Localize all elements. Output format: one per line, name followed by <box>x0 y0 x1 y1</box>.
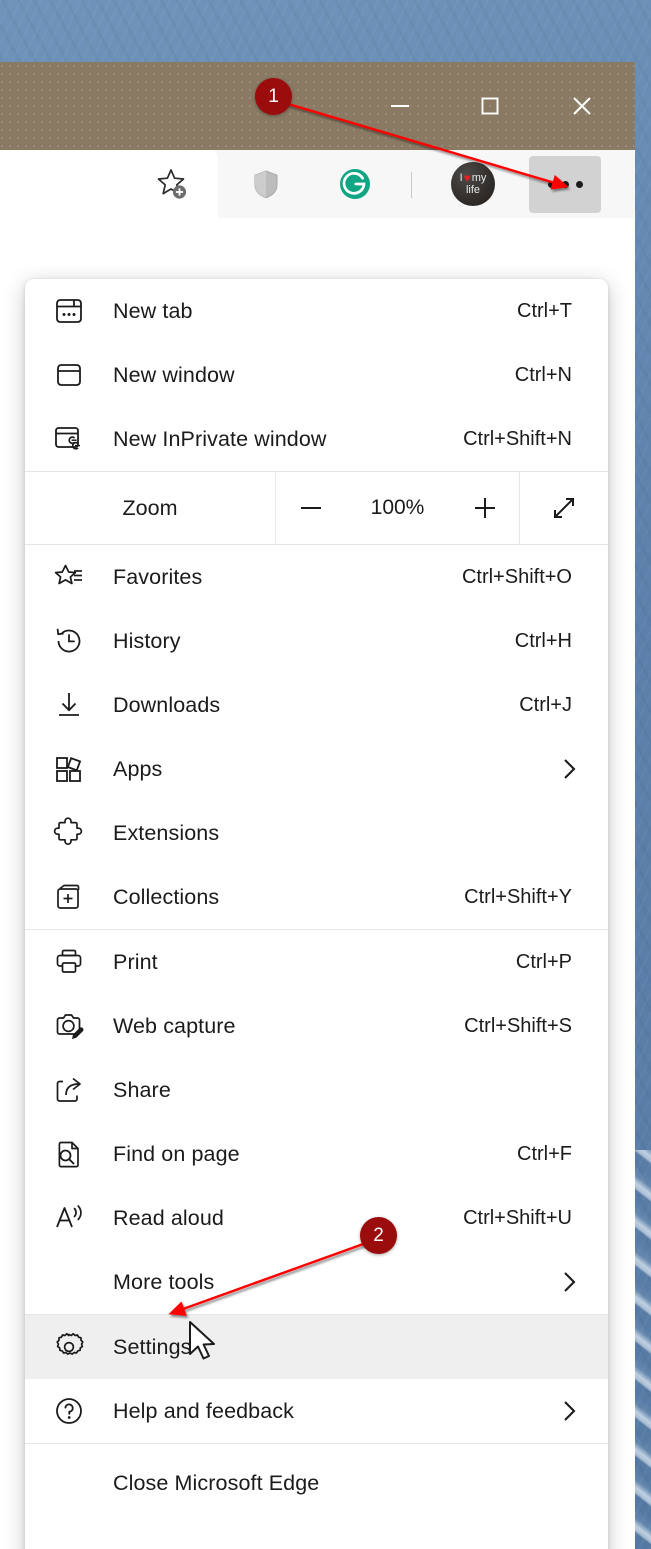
menu-item-more-tools[interactable]: More tools <box>25 1250 608 1314</box>
menu-item-label: New window <box>113 362 235 387</box>
menu-item-apps[interactable]: Apps <box>25 737 608 801</box>
web-capture-icon <box>25 1009 113 1043</box>
browser-window: I ♥ my life New tab Ctrl+T New window Ct… <box>0 62 635 1549</box>
extensions-icon <box>25 816 113 850</box>
avatar-text-line2: life <box>465 183 481 196</box>
menu-item-label: New tab <box>113 298 193 323</box>
help-icon <box>25 1394 113 1428</box>
zoom-in-button[interactable] <box>465 488 505 528</box>
chevron-right-icon <box>556 1397 586 1425</box>
full-screen-button[interactable] <box>520 472 608 544</box>
add-favorite-icon[interactable] <box>144 150 200 218</box>
ellipsis-dot <box>561 181 569 188</box>
menu-item-read-aloud[interactable]: Read aloud Ctrl+Shift+U <box>25 1186 608 1250</box>
menu-item-web-capture[interactable]: Web capture Ctrl+Shift+S <box>25 994 608 1058</box>
print-icon <box>25 945 113 979</box>
menu-item-label: Find on page <box>113 1141 240 1166</box>
chevron-right-icon <box>556 755 586 783</box>
zoom-out-button[interactable] <box>291 488 331 528</box>
menu-item-collections[interactable]: Collections Ctrl+Shift+Y <box>25 865 608 929</box>
menu-item-shortcut: Ctrl+Shift+O <box>461 565 572 588</box>
menu-item-label: Settings <box>113 1334 192 1359</box>
menu-item-history[interactable]: History Ctrl+H <box>25 609 608 673</box>
share-icon <box>25 1073 113 1107</box>
menu-item-shortcut: Ctrl+Shift+N <box>463 427 572 450</box>
inprivate-icon <box>25 422 113 456</box>
avatar: I ♥ my life <box>451 162 495 206</box>
menu-item-label: Share <box>113 1077 171 1102</box>
menu-item-print[interactable]: Print Ctrl+P <box>25 930 608 994</box>
menu-item-shortcut: Ctrl+Shift+U <box>463 1206 572 1229</box>
menu-item-shortcut: Ctrl+T <box>517 299 572 322</box>
ellipsis-dot <box>547 181 555 188</box>
settings-and-more-button[interactable] <box>529 156 601 213</box>
mouse-cursor <box>189 1321 215 1360</box>
favorites-icon <box>25 560 113 594</box>
menu-item-shortcut: Ctrl+N <box>514 363 572 386</box>
avatar-text-line1: my <box>471 171 487 184</box>
menu-item-label: Close Microsoft Edge <box>113 1470 320 1495</box>
menu-item-new-window[interactable]: New window Ctrl+N <box>25 343 608 407</box>
menu-item-label: Collections <box>113 884 220 909</box>
apps-icon <box>25 752 113 786</box>
menu-item-find-on-page[interactable]: Find on page Ctrl+F <box>25 1122 608 1186</box>
profile-button[interactable]: I ♥ my life <box>445 150 501 218</box>
downloads-icon <box>25 688 113 722</box>
read-aloud-icon <box>25 1201 113 1235</box>
menu-item-shortcut: Ctrl+F <box>517 1142 572 1165</box>
menu-item-downloads[interactable]: Downloads Ctrl+J <box>25 673 608 737</box>
menu-item-label: Web capture <box>113 1013 236 1038</box>
shield-icon[interactable] <box>238 150 294 218</box>
menu-item-new-tab[interactable]: New tab Ctrl+T <box>25 279 608 343</box>
menu-item-shortcut: Ctrl+J <box>519 693 572 716</box>
menu-item-extensions[interactable]: Extensions <box>25 801 608 865</box>
grammarly-icon[interactable] <box>327 150 383 218</box>
zoom-row: Zoom 100% <box>25 472 608 544</box>
menu-item-shortcut: Ctrl+P <box>515 950 572 973</box>
menu-item-close-microsoft-edge[interactable]: Close Microsoft Edge <box>25 1444 608 1522</box>
edge-settings-menu: New tab Ctrl+T New window Ctrl+N New InP… <box>25 279 608 1549</box>
history-icon <box>25 624 113 658</box>
new-tab-icon <box>25 294 113 328</box>
new-window-icon <box>25 358 113 392</box>
zoom-controls: 100% <box>276 472 520 544</box>
menu-item-settings[interactable]: Settings <box>25 1315 608 1379</box>
zoom-label: Zoom <box>25 472 276 544</box>
annotation-badge-1: 1 <box>255 78 292 115</box>
menu-item-label: History <box>113 628 181 653</box>
settings-icon <box>25 1330 113 1364</box>
menu-item-help-and-feedback[interactable]: Help and feedback <box>25 1379 608 1443</box>
menu-item-favorites[interactable]: Favorites Ctrl+Shift+O <box>25 545 608 609</box>
heart-icon: ♥ <box>463 170 471 185</box>
maximize-button[interactable] <box>459 62 521 150</box>
menu-item-shortcut: Ctrl+Shift+Y <box>464 885 572 908</box>
menu-item-label: Apps <box>113 756 163 781</box>
close-window-button[interactable] <box>551 62 613 150</box>
menu-item-label: More tools <box>113 1269 215 1294</box>
menu-item-label: Downloads <box>113 692 221 717</box>
annotation-badge-2: 2 <box>360 1217 397 1254</box>
menu-item-new-inprivate-window[interactable]: New InPrivate window Ctrl+Shift+N <box>25 407 608 471</box>
menu-item-label: Favorites <box>113 564 203 589</box>
chevron-right-icon <box>556 1268 586 1296</box>
menu-item-share[interactable]: Share <box>25 1058 608 1122</box>
menu-item-shortcut: Ctrl+Shift+S <box>464 1014 572 1037</box>
collections-icon <box>25 880 113 914</box>
menu-item-label: Help and feedback <box>113 1398 294 1423</box>
menu-item-label: Read aloud <box>113 1205 224 1230</box>
menu-item-shortcut: Ctrl+H <box>514 629 572 652</box>
avatar-i-letter: I <box>459 171 463 184</box>
menu-item-label: Print <box>113 949 158 974</box>
minimize-button[interactable] <box>369 62 431 150</box>
menu-item-label: New InPrivate window <box>113 426 327 451</box>
find-icon <box>25 1137 113 1171</box>
toolbar-divider <box>411 172 412 198</box>
title-bar <box>0 62 635 150</box>
menu-item-label: Extensions <box>113 820 220 845</box>
ellipsis-dot <box>575 181 583 188</box>
zoom-level-value: 100% <box>370 496 425 519</box>
